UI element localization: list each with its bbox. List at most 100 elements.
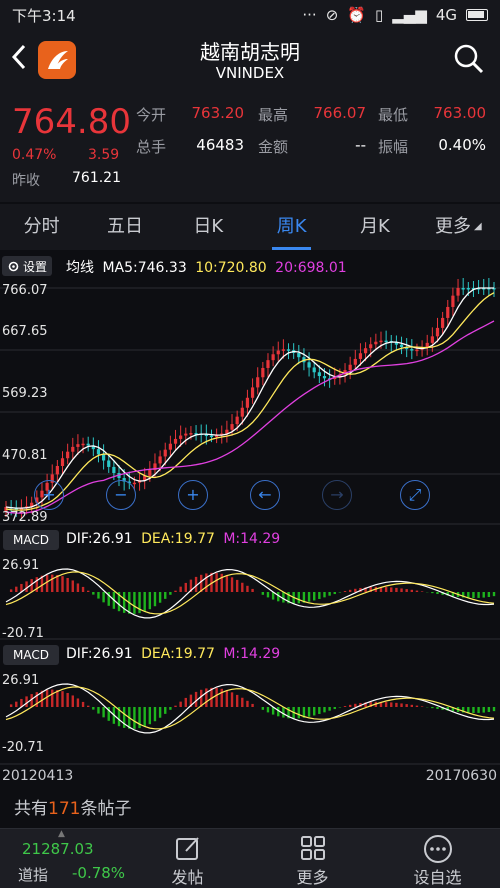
macd-2-bar [313, 707, 316, 716]
macd-2-bar [431, 707, 434, 709]
post-button[interactable]: 发帖 [125, 829, 250, 888]
kline-chart-area[interactable]: 设置 均线 MA5:746.33 10:720.80 20:698.01 766… [0, 252, 500, 792]
macd-2-bar [297, 707, 300, 719]
macd-2-bar [71, 695, 74, 707]
ma5-line [5, 287, 494, 509]
macd-indicator-button-1[interactable]: MACD [3, 530, 59, 550]
macd-2-bar [164, 707, 167, 714]
macd-2-bar [15, 701, 18, 707]
macd-2-bar [184, 697, 187, 707]
candle-body [189, 433, 193, 435]
macd-2-bar [158, 707, 162, 718]
prev-close-label: 昨收 [12, 173, 40, 189]
candle-body [173, 438, 178, 444]
arrow-left-icon[interactable]: ← [250, 480, 280, 510]
more-button[interactable]: 更多 [250, 829, 375, 888]
candle-body [245, 397, 250, 408]
search-icon[interactable] [452, 42, 486, 80]
macd-1-bar [235, 579, 239, 592]
status-bar: 下午3:14 ··· ⊘ ⏰ ▯ ▂▄▆ 4G [0, 0, 500, 30]
candle-body [256, 377, 260, 388]
candle-body [466, 288, 470, 290]
candle-body [184, 433, 188, 436]
macd-1-bar [472, 592, 475, 598]
candle-body [348, 364, 352, 371]
candle-body [158, 456, 162, 464]
macd-2-bar [76, 698, 80, 707]
candle-body [230, 424, 234, 430]
macd-2-bar [205, 688, 208, 707]
macd-1-bar [307, 592, 311, 602]
macd-2-bar [92, 707, 95, 710]
low-value: 763.00 [433, 104, 487, 122]
more-label: 更多 [296, 868, 329, 887]
tab-daily-k[interactable]: 日K [167, 204, 250, 250]
settings-label: 设置 [23, 259, 48, 274]
macd-top-label-1: 26.91 [2, 558, 40, 573]
settings-button[interactable]: 设置 [2, 256, 53, 276]
y-label-2: 667.65 [2, 324, 48, 339]
macd-indicator-button-2[interactable]: MACD [3, 645, 59, 665]
macd-2-bar [348, 704, 352, 707]
zoom-out-icon[interactable]: − [106, 480, 136, 510]
amplitude-label: 振幅 [378, 138, 409, 156]
tab-weekly-k[interactable]: 周K [250, 204, 333, 250]
candle-body [456, 288, 460, 296]
alarm-icon: ⏰ [347, 6, 366, 24]
posts-count[interactable]: 共有171条帖子 [0, 792, 500, 826]
macd-2-bar [225, 690, 229, 707]
candle-body [451, 295, 455, 307]
macd-2-bar [51, 689, 54, 707]
m-value: M:14.29 [223, 531, 281, 547]
macd-2-bar [477, 707, 480, 713]
macd-bottom-label-1: -20.71 [2, 626, 44, 641]
candle-body [369, 344, 373, 349]
plus-icon[interactable]: + [178, 480, 208, 510]
zoom-in-icon[interactable]: + [34, 480, 64, 510]
macd-2-bar [61, 691, 64, 707]
volume-label: 总手 [136, 138, 167, 156]
macd-1-bar [477, 592, 480, 598]
macd-1-bar [323, 592, 326, 598]
macd-2-bar [420, 706, 424, 707]
candle-body [363, 348, 368, 354]
macd-2-bar [307, 707, 311, 717]
ma5-value: MA5:746.33 [102, 260, 187, 276]
header: 越南胡志明 VNINDEX [0, 30, 500, 92]
add-watchlist-button[interactable]: 设自选 [375, 829, 500, 888]
macd-1-bar [420, 591, 424, 592]
index-ticker[interactable]: ▲ 21287.03 道指 -0.78% [0, 829, 125, 888]
macd-1-bar [25, 581, 28, 592]
tab-monthly-k[interactable]: 月K [333, 204, 416, 250]
macd-2-bar [467, 707, 470, 713]
more-dots-icon [423, 835, 452, 863]
candle-body [266, 360, 270, 368]
arrow-right-icon[interactable]: → [322, 480, 352, 510]
macd-2-bar [482, 707, 485, 713]
quote-panel: 764.80 0.47% 3.59 昨收 761.21 今开 763.20 最高… [0, 92, 500, 202]
macd-2-bar [45, 689, 49, 707]
macd-2-dea-line [5, 686, 495, 730]
dif-value-2: DIF:26.91 [66, 646, 133, 662]
prev-close-value: 761.21 [72, 170, 121, 186]
macd-1-bar [184, 582, 187, 592]
macd-1-bar [230, 577, 234, 592]
candle-body [240, 407, 244, 417]
macd-1-dea-line [5, 571, 495, 615]
candle-body [261, 367, 265, 378]
macd-2-bar [251, 703, 254, 707]
candle-body [76, 444, 80, 447]
ma10-value: 10:720.80 [195, 260, 267, 276]
tab-more[interactable]: 更多 ◢ [417, 204, 500, 250]
index-name: 道指 [18, 866, 49, 884]
macd-1-dif-line [5, 568, 495, 619]
macd-1-bar [76, 583, 80, 592]
period-tabs: 分时 五日 日K 周K 月K 更多 ◢ [0, 204, 500, 250]
macd-2-bar [220, 688, 223, 707]
high-label: 最高 [258, 106, 289, 124]
tab-intraday[interactable]: 分时 [0, 204, 83, 250]
candle-body [102, 454, 106, 461]
expand-icon[interactable]: ⤢ [400, 480, 430, 510]
date-end: 20170630 [425, 768, 497, 784]
tab-five-day[interactable]: 五日 [83, 204, 166, 250]
